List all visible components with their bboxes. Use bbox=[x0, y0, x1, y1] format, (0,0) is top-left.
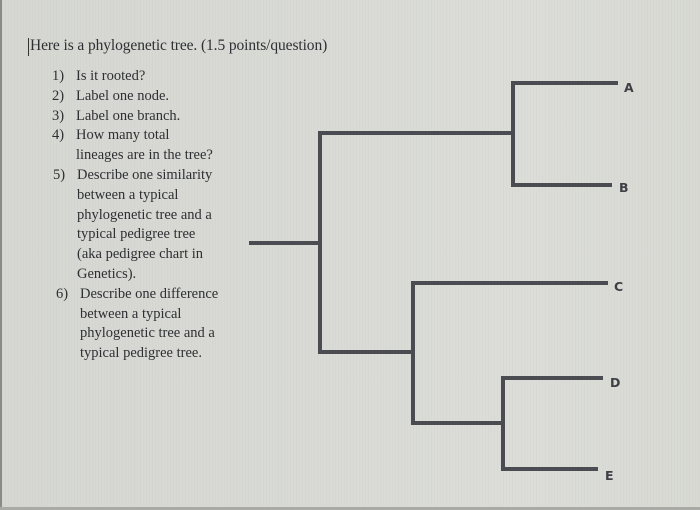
tip-label-d: D bbox=[610, 375, 620, 390]
tip-label-a: A bbox=[624, 80, 634, 95]
tip-label-c: C bbox=[614, 279, 623, 294]
phylogenetic-tree: A B C D E bbox=[249, 80, 634, 483]
tip-label-b: B bbox=[619, 180, 629, 195]
tip-label-e: E bbox=[605, 468, 614, 483]
